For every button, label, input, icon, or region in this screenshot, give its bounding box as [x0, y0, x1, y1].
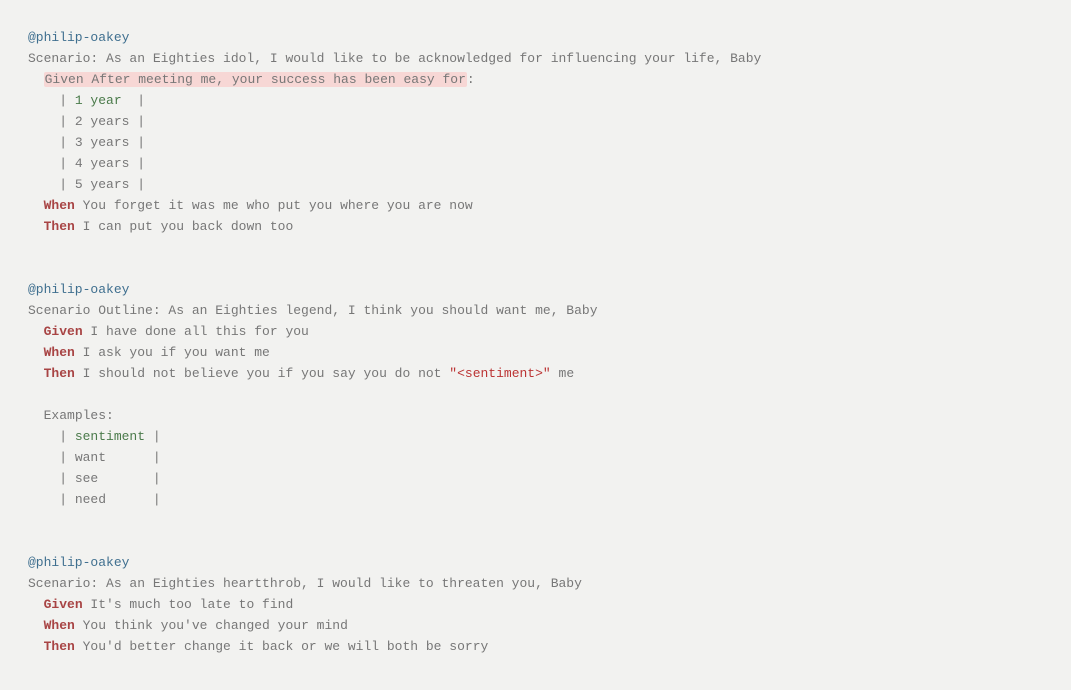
table-cell: 3 years — [75, 135, 130, 150]
scenario-outline-keyword: Scenario Outline: — [28, 303, 161, 318]
scenario-block-1: @philip-oakey Scenario: As an Eighties i… — [28, 27, 1071, 237]
table-row-post: | — [145, 492, 161, 507]
scenario-title: As an Eighties heartthrob, I would like … — [98, 576, 582, 591]
when-step-text: You forget it was me who put you where y… — [75, 198, 473, 213]
tag-annotation: @philip-oakey — [28, 30, 129, 45]
given-keyword: Given — [44, 597, 83, 612]
table-cell: see — [75, 471, 145, 486]
table-cell: 5 years — [75, 177, 130, 192]
table-row-pre: | — [28, 93, 75, 108]
table-row-pre: | — [28, 429, 75, 444]
scenario-block-3: @philip-oakey Scenario: As an Eighties h… — [28, 552, 1071, 657]
table-row-post: | — [145, 450, 161, 465]
when-step-text: I ask you if you want me — [75, 345, 270, 360]
given-step-text: I have done all this for you — [83, 324, 309, 339]
table-cell: want — [75, 450, 145, 465]
then-keyword: Then — [44, 639, 75, 654]
scenario-block-2: @philip-oakey Scenario Outline: As an Ei… — [28, 279, 1071, 510]
table-row-pre: | — [28, 114, 75, 129]
then-step-text: I can put you back down too — [75, 219, 293, 234]
table-row-post: | — [129, 114, 145, 129]
when-keyword: When — [44, 198, 75, 213]
table-row-pre: | — [28, 450, 75, 465]
table-row-pre: | — [28, 156, 75, 171]
then-keyword: Then — [44, 366, 75, 381]
scenario-title: As an Eighties idol, I would like to be … — [98, 51, 761, 66]
then-keyword: Then — [44, 219, 75, 234]
gherkin-code-block: @philip-oakey Scenario: As an Eighties i… — [0, 0, 1071, 690]
given-step-text: It's much too late to find — [83, 597, 294, 612]
table-header-cell: sentiment — [75, 429, 145, 444]
tag-annotation: @philip-oakey — [28, 555, 129, 570]
then-step-text: I should not believe you if you say you … — [75, 366, 449, 381]
tag-annotation: @philip-oakey — [28, 282, 129, 297]
table-cell: 2 years — [75, 114, 130, 129]
table-row-post: | — [145, 429, 161, 444]
table-row-pre: | — [28, 177, 75, 192]
table-row-post: | — [129, 177, 145, 192]
table-cell: 1 year — [75, 93, 130, 108]
then-step-text-2: me — [551, 366, 574, 381]
quoted-parameter: "<sentiment>" — [449, 366, 550, 381]
scenario-title: As an Eighties legend, I think you shoul… — [161, 303, 598, 318]
when-keyword: When — [44, 345, 75, 360]
table-cell: 4 years — [75, 156, 130, 171]
table-row-post: | — [129, 135, 145, 150]
table-row-post: | — [129, 156, 145, 171]
table-row-post: | — [145, 471, 161, 486]
table-cell: need — [75, 492, 145, 507]
then-step-text: You'd better change it back or we will b… — [75, 639, 488, 654]
given-keyword: Given — [44, 324, 83, 339]
table-row-pre: | — [28, 471, 75, 486]
scenario-keyword: Scenario: — [28, 51, 98, 66]
highlighted-given-step: Given After meeting me, your success has… — [44, 72, 467, 87]
examples-keyword: Examples: — [44, 408, 114, 423]
colon: : — [467, 72, 475, 87]
table-row-pre: | — [28, 492, 75, 507]
scenario-keyword: Scenario: — [28, 576, 98, 591]
table-row-post: | — [129, 93, 145, 108]
when-step-text: You think you've changed your mind — [75, 618, 348, 633]
when-keyword: When — [44, 618, 75, 633]
table-row-pre: | — [28, 135, 75, 150]
